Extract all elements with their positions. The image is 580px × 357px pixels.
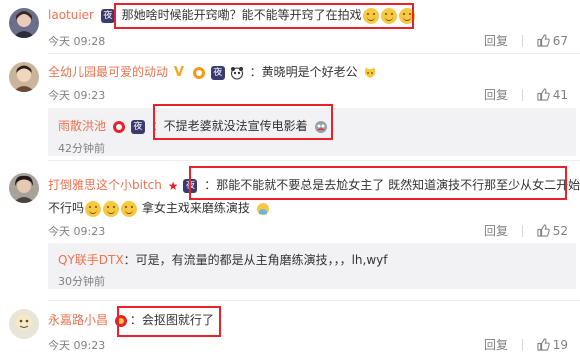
laughing-emoji-icon [362, 7, 379, 24]
avatar[interactable] [9, 309, 39, 339]
comment-actions: 回复 41 [484, 86, 568, 103]
comment-username[interactable]: 永嘉路小昌 [48, 313, 108, 327]
verified-v-icon: V [173, 64, 184, 80]
comment-item: 全幼儿园最可爱的动动 V 夜 ：黄晓明是个好老公 今天 09:23 回复 41 … [0, 54, 580, 160]
reply-button[interactable]: 回复 [484, 86, 508, 103]
comment-time: 今天 09:28 [48, 35, 106, 48]
thumbs-up-icon [537, 88, 550, 101]
thumbs-up-icon [537, 34, 550, 47]
comment-text: ：黄晓明是个好老公 [249, 65, 358, 79]
avatar[interactable] [9, 62, 39, 92]
like-count: 67 [552, 33, 568, 48]
comment-text: ：那能不能就不要总是去尬女主了 既然知道演技不行那至少从女二开始 [204, 178, 580, 192]
like-count: 41 [552, 87, 568, 102]
reply-button[interactable]: 回复 [484, 222, 508, 239]
comment-item: laotuier 夜 那她啥时候能开窍嘞？能不能等开窍了在拍戏 今天 09:28… [0, 0, 580, 54]
thumbs-up-icon [537, 224, 550, 237]
reply-text: ：不提老婆就没法宣传电影着 [151, 119, 308, 133]
laughing-emoji-icon [380, 7, 397, 24]
panda-icon [230, 66, 243, 79]
member-badge-icon: 夜 [183, 178, 198, 193]
member-badge-icon [192, 66, 205, 79]
comment-username[interactable]: 全幼儿园最可爱的动动 [48, 65, 168, 79]
like-button[interactable]: 52 [537, 223, 568, 238]
action-separator [521, 34, 523, 47]
like-count: 52 [552, 223, 568, 238]
comment-item: 永嘉路小昌 ：会抠图就行了 今天 09:23 回复 19 [0, 301, 580, 357]
action-separator [521, 338, 523, 351]
reply-time: 42分钟前 [58, 142, 105, 155]
comment-time: 今天 09:23 [48, 225, 106, 238]
reply-time: 30分钟前 [58, 275, 105, 288]
laughing-emoji-icon [103, 200, 120, 217]
action-separator [521, 88, 523, 101]
comment-time: 今天 09:23 [48, 339, 106, 352]
comment-text-continued: 不行吗 [48, 201, 85, 215]
like-button[interactable]: 41 [537, 87, 568, 102]
laughing-emoji-icon [398, 7, 415, 24]
action-separator [521, 224, 523, 237]
member-badge-icon: 夜 [130, 119, 145, 134]
avatar[interactable] [9, 8, 39, 38]
reply-button[interactable]: 回复 [484, 336, 508, 353]
comment-text-continued: 拿女主戏来磨练演技 [141, 201, 250, 215]
comment-actions: 回复 19 [484, 336, 568, 353]
comment-username[interactable]: laotuier [48, 8, 94, 22]
cat-emoji-icon [365, 66, 376, 78]
comment-actions: 回复 67 [484, 32, 568, 49]
sub-reply: 雨散洪池 夜 ：不提老婆就没法宣传电影着 42分钟前 [48, 108, 576, 156]
like-button[interactable]: 19 [537, 337, 568, 352]
sub-reply: QY联手DTX：可是，有流量的都是从主角磨练演技，，，lh,wyf 30分钟前 [48, 243, 576, 289]
like-button[interactable]: 67 [537, 33, 568, 48]
member-badge-icon: 夜 [100, 8, 115, 23]
member-badge-icon [112, 120, 125, 133]
like-count: 19 [552, 337, 568, 352]
comment-actions: 回复 52 [484, 222, 568, 239]
laughing-emoji-icon [121, 200, 138, 217]
reply-text: ：可是，有流量的都是从主角磨练演技，，，lh,wyf [123, 253, 388, 267]
comment-item: 打倒雅思这个小bitch ★ 夜 ：那能不能就不要总是去尬女主了 既然知道演技不行… [0, 161, 580, 289]
facepalm-emoji-icon [256, 202, 269, 215]
reply-username[interactable]: QY联手DTX [58, 253, 124, 267]
comment-text: ：会抠图就行了 [129, 313, 214, 327]
comment-text: 那她啥时候能开窍嘞？能不能等开窍了在拍戏 [121, 8, 362, 22]
avatar[interactable] [9, 173, 39, 203]
comment-username[interactable]: 打倒雅思这个小bitch [48, 178, 162, 192]
thumbs-up-icon [537, 338, 550, 351]
member-badge-icon [114, 314, 127, 327]
laughing-emoji-icon [85, 200, 102, 217]
star-icon: ★ [167, 178, 179, 193]
comment-time: 今天 09:23 [48, 89, 106, 102]
reply-username[interactable]: 雨散洪池 [58, 119, 106, 133]
member-badge-icon: 夜 [210, 65, 225, 80]
reply-button[interactable]: 回复 [484, 32, 508, 49]
face-emoji-icon [314, 120, 327, 133]
